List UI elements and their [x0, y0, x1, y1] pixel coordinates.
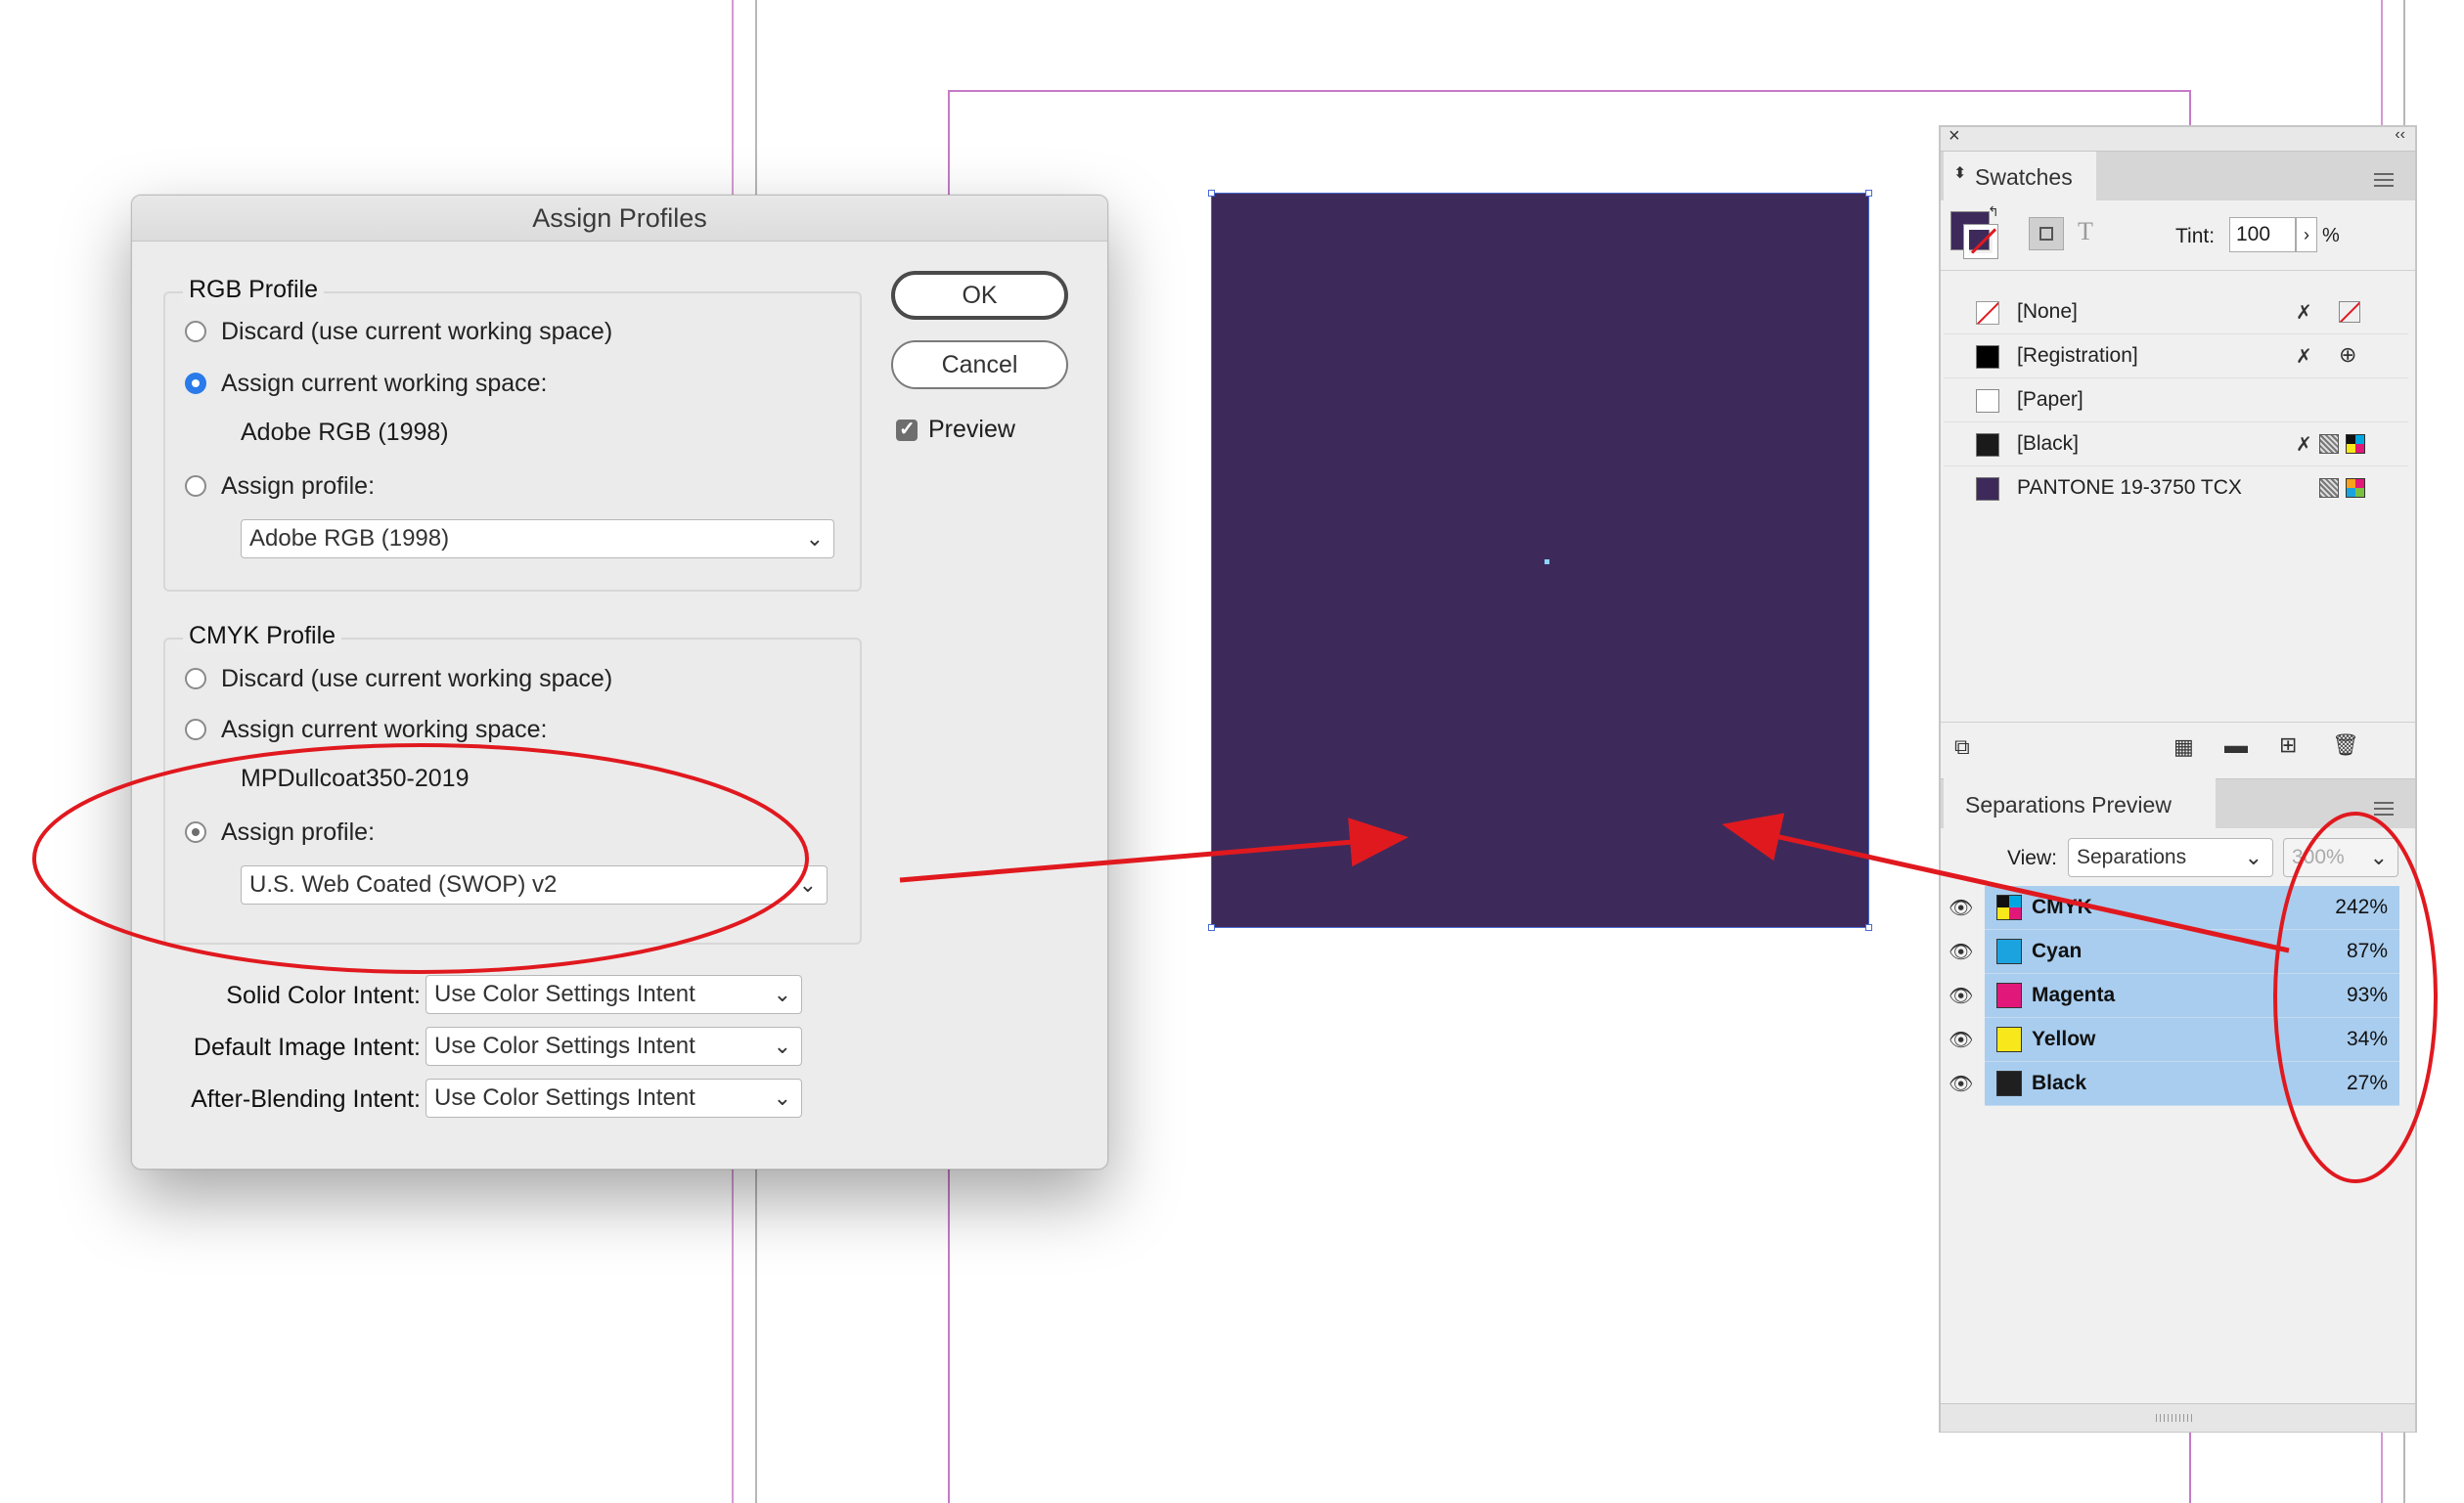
annotation-ellipse-cmyk-profile — [32, 743, 809, 974]
annotation-overlay — [32, 743, 2438, 1183]
annotation-ellipse-percentages — [2273, 812, 2438, 1183]
annotation-arrow-left — [899, 818, 1409, 883]
annotation-arrow-right — [1722, 813, 2290, 953]
